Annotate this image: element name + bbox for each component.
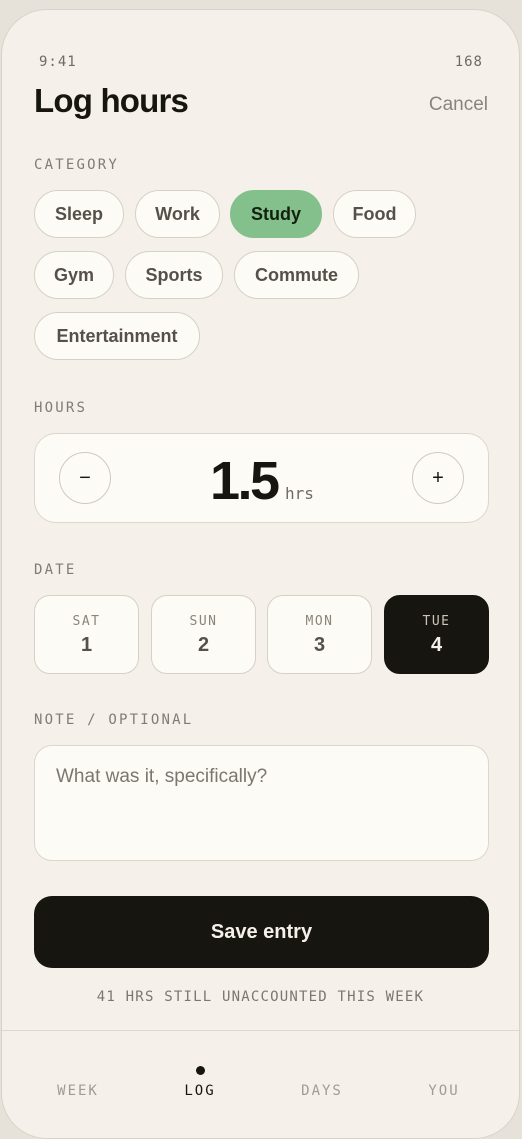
category-chip-sports[interactable]: Sports [125,251,223,299]
status-time: 9:41 [39,54,77,70]
tab-bar: WEEK LOG DAYS YOU [2,1030,519,1138]
hours-value: 1.5 [210,451,280,511]
tab-log[interactable]: LOG [150,1083,250,1099]
increment-button[interactable]: + [412,452,464,504]
plus-icon: + [432,466,444,489]
note-label: NOTE / OPTIONAL [34,712,194,728]
page-title: Log hours [34,82,189,119]
day-number: 1 [80,634,93,656]
category-chip-entertainment[interactable]: Entertainment [34,312,200,360]
hours-unit: hrs [285,484,314,503]
unaccounted-hours-note: 41 HRS STILL UNACCOUNTED THIS WEEK [96,989,425,1005]
category-chip-food[interactable]: Food [333,190,416,238]
hours-label: HOURS [34,400,88,416]
tab-you[interactable]: YOU [394,1083,494,1099]
category-chip-sleep[interactable]: Sleep [34,190,124,238]
cancel-button[interactable]: Cancel [429,94,488,116]
day-of-week: SAT [72,614,101,629]
category-chip-commute[interactable]: Commute [234,251,359,299]
active-tab-indicator [196,1066,205,1075]
date-option-tue[interactable]: TUE 4 [384,595,489,674]
category-label: CATEGORY [34,157,120,173]
date-option-mon[interactable]: MON 3 [267,595,372,674]
category-chip-work[interactable]: Work [135,190,220,238]
day-number: 2 [197,634,210,656]
tab-days[interactable]: DAYS [272,1083,372,1099]
status-indicator: 168 [454,54,483,70]
hours-stepper: − 1.5 hrs + [34,433,489,523]
decrement-button[interactable]: − [59,452,111,504]
save-entry-button[interactable]: Save entry [34,896,489,968]
date-option-sat[interactable]: SAT 1 [34,595,139,674]
day-of-week: TUE [422,614,451,629]
phone-screen: 9:41 168 Log hours Cancel CATEGORY Sleep… [1,9,520,1139]
minus-icon: − [79,466,91,489]
day-of-week: MON [305,614,334,629]
category-chip-study[interactable]: Study [230,190,322,238]
note-input[interactable] [34,745,489,861]
date-label: DATE [34,562,77,578]
date-option-sun[interactable]: SUN 2 [151,595,256,674]
tab-week[interactable]: WEEK [28,1083,128,1099]
day-number: 3 [313,634,326,656]
day-number: 4 [430,634,443,656]
category-chip-gym[interactable]: Gym [34,251,114,299]
day-of-week: SUN [189,614,218,629]
